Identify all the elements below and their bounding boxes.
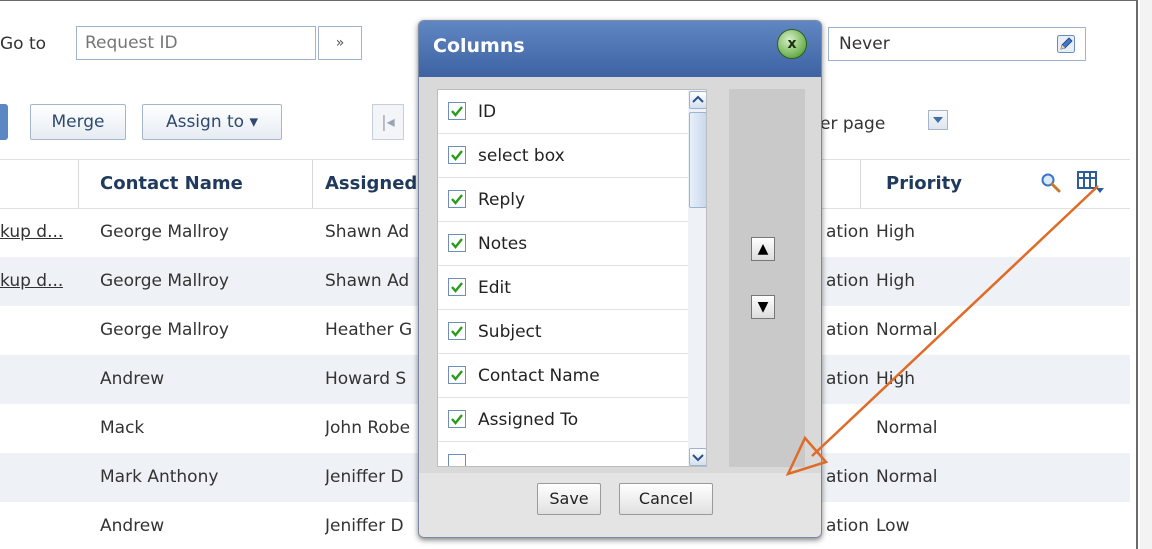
first-page-button[interactable]: |◂ xyxy=(372,104,404,140)
cell-priority: Low xyxy=(876,516,910,536)
checkbox-checked-icon[interactable] xyxy=(448,278,466,296)
checkbox-checked-icon[interactable] xyxy=(448,366,466,384)
per-page-label: er page xyxy=(820,114,886,134)
cell-contact-name: George Mallroy xyxy=(100,271,229,291)
list-item-label: select box xyxy=(478,146,565,166)
list-item[interactable]: Assigned To xyxy=(438,398,688,442)
columns-dialog: Columns x ID select box Reply Notes Edit… xyxy=(418,20,822,538)
cell-status: ation xyxy=(826,516,869,536)
cell-contact-name: George Mallroy xyxy=(100,320,229,340)
list-item[interactable]: Contact Name xyxy=(438,354,688,398)
cancel-button[interactable]: Cancel xyxy=(619,483,713,515)
request-id-input[interactable] xyxy=(76,26,316,60)
move-up-icon[interactable]: ▲ xyxy=(751,237,775,261)
list-item-label: ID xyxy=(478,102,497,122)
dialog-titlebar[interactable]: Columns x xyxy=(419,21,821,77)
checkbox-checked-icon[interactable] xyxy=(448,410,466,428)
list-item-label: Assigned To xyxy=(478,410,579,430)
close-icon[interactable]: x xyxy=(777,29,807,59)
cell-status: ation xyxy=(826,467,869,487)
cell-priority: Normal xyxy=(876,418,938,438)
header-contact-name[interactable]: Contact Name xyxy=(100,160,243,208)
cell-assigned-to: Shawn Ad xyxy=(325,271,410,291)
list-item[interactable]: select box xyxy=(438,134,688,178)
dialog-body: ID select box Reply Notes Edit Subject C… xyxy=(427,85,813,473)
goto-button[interactable]: » xyxy=(318,26,362,60)
column-list: ID select box Reply Notes Edit Subject C… xyxy=(437,89,707,467)
column-divider xyxy=(860,160,861,208)
cell-assigned-to: Heather G xyxy=(325,320,413,340)
list-item-label: Subject xyxy=(478,322,542,342)
checkbox-icon[interactable] xyxy=(448,454,466,466)
list-scrollbar[interactable] xyxy=(688,90,706,466)
cell-status: ation xyxy=(826,320,869,340)
cell-contact-name: George Mallroy xyxy=(100,222,229,242)
checkbox-checked-icon[interactable] xyxy=(448,234,466,252)
cell-subject-link[interactable]: kup d... xyxy=(0,257,63,306)
header-priority[interactable]: Priority xyxy=(886,160,962,208)
cell-assigned-to: Jeniffer D xyxy=(325,467,404,487)
cell-contact-name: Mack xyxy=(100,418,145,438)
toolbar-edge-button[interactable] xyxy=(0,104,8,140)
cell-assigned-to: Howard S xyxy=(325,369,407,389)
checkbox-checked-icon[interactable] xyxy=(448,322,466,340)
save-button[interactable]: Save xyxy=(537,483,601,515)
scroll-up-icon[interactable] xyxy=(689,91,706,109)
checkbox-checked-icon[interactable] xyxy=(448,146,466,164)
never-field[interactable]: Never xyxy=(828,27,1086,61)
header-tools xyxy=(1040,170,1118,198)
list-item[interactable]: ID xyxy=(438,90,688,134)
cell-assigned-to: Jeniffer D xyxy=(325,516,404,536)
dialog-title: Columns xyxy=(433,35,525,57)
scroll-thumb[interactable] xyxy=(689,112,706,208)
edit-pencil-icon[interactable] xyxy=(1057,35,1075,53)
per-page-select[interactable] xyxy=(928,110,948,130)
list-item[interactable]: Reply xyxy=(438,178,688,222)
checkbox-checked-icon[interactable] xyxy=(448,190,466,208)
cell-assigned-to: John Robe xyxy=(325,418,411,438)
cell-contact-name: Andrew xyxy=(100,516,165,536)
list-item-label: Reply xyxy=(478,190,526,210)
cell-priority: High xyxy=(876,222,916,242)
scroll-down-icon[interactable] xyxy=(689,448,706,466)
page-scrollbar[interactable] xyxy=(1140,0,1152,549)
list-item-label: Contact Name xyxy=(478,366,600,386)
list-item[interactable]: Edit xyxy=(438,266,688,310)
cell-priority: Normal xyxy=(876,467,938,487)
move-down-icon[interactable]: ▼ xyxy=(751,295,775,319)
search-icon[interactable] xyxy=(1040,172,1062,194)
merge-button[interactable]: Merge xyxy=(30,104,126,140)
list-item-label: Edit xyxy=(478,278,511,298)
cell-contact-name: Andrew xyxy=(100,369,165,389)
cell-priority: High xyxy=(876,271,916,291)
cell-subject-link[interactable]: kup d... xyxy=(0,208,63,257)
column-chooser-icon[interactable] xyxy=(1076,170,1106,196)
cell-priority: High xyxy=(876,369,916,389)
assign-to-button[interactable]: Assign to ▾ xyxy=(142,104,282,140)
cell-status: ation xyxy=(826,222,869,242)
checkbox-checked-icon[interactable] xyxy=(448,102,466,120)
reorder-panel: ▲ ▼ xyxy=(729,89,805,467)
dialog-footer: Save Cancel xyxy=(419,473,821,537)
cell-contact-name: Mark Anthony xyxy=(100,467,219,487)
cell-status: ation xyxy=(826,369,869,389)
goto-label: Go to xyxy=(0,34,47,54)
list-item[interactable] xyxy=(438,442,688,466)
column-divider xyxy=(312,160,313,208)
list-item[interactable]: Notes xyxy=(438,222,688,266)
list-item-label: Notes xyxy=(478,234,528,254)
cell-status: ation xyxy=(826,271,869,291)
list-item[interactable]: Subject xyxy=(438,310,688,354)
cell-assigned-to: Shawn Ad xyxy=(325,222,410,242)
column-divider xyxy=(78,160,79,208)
cell-priority: Normal xyxy=(876,320,938,340)
never-value: Never xyxy=(839,34,890,54)
